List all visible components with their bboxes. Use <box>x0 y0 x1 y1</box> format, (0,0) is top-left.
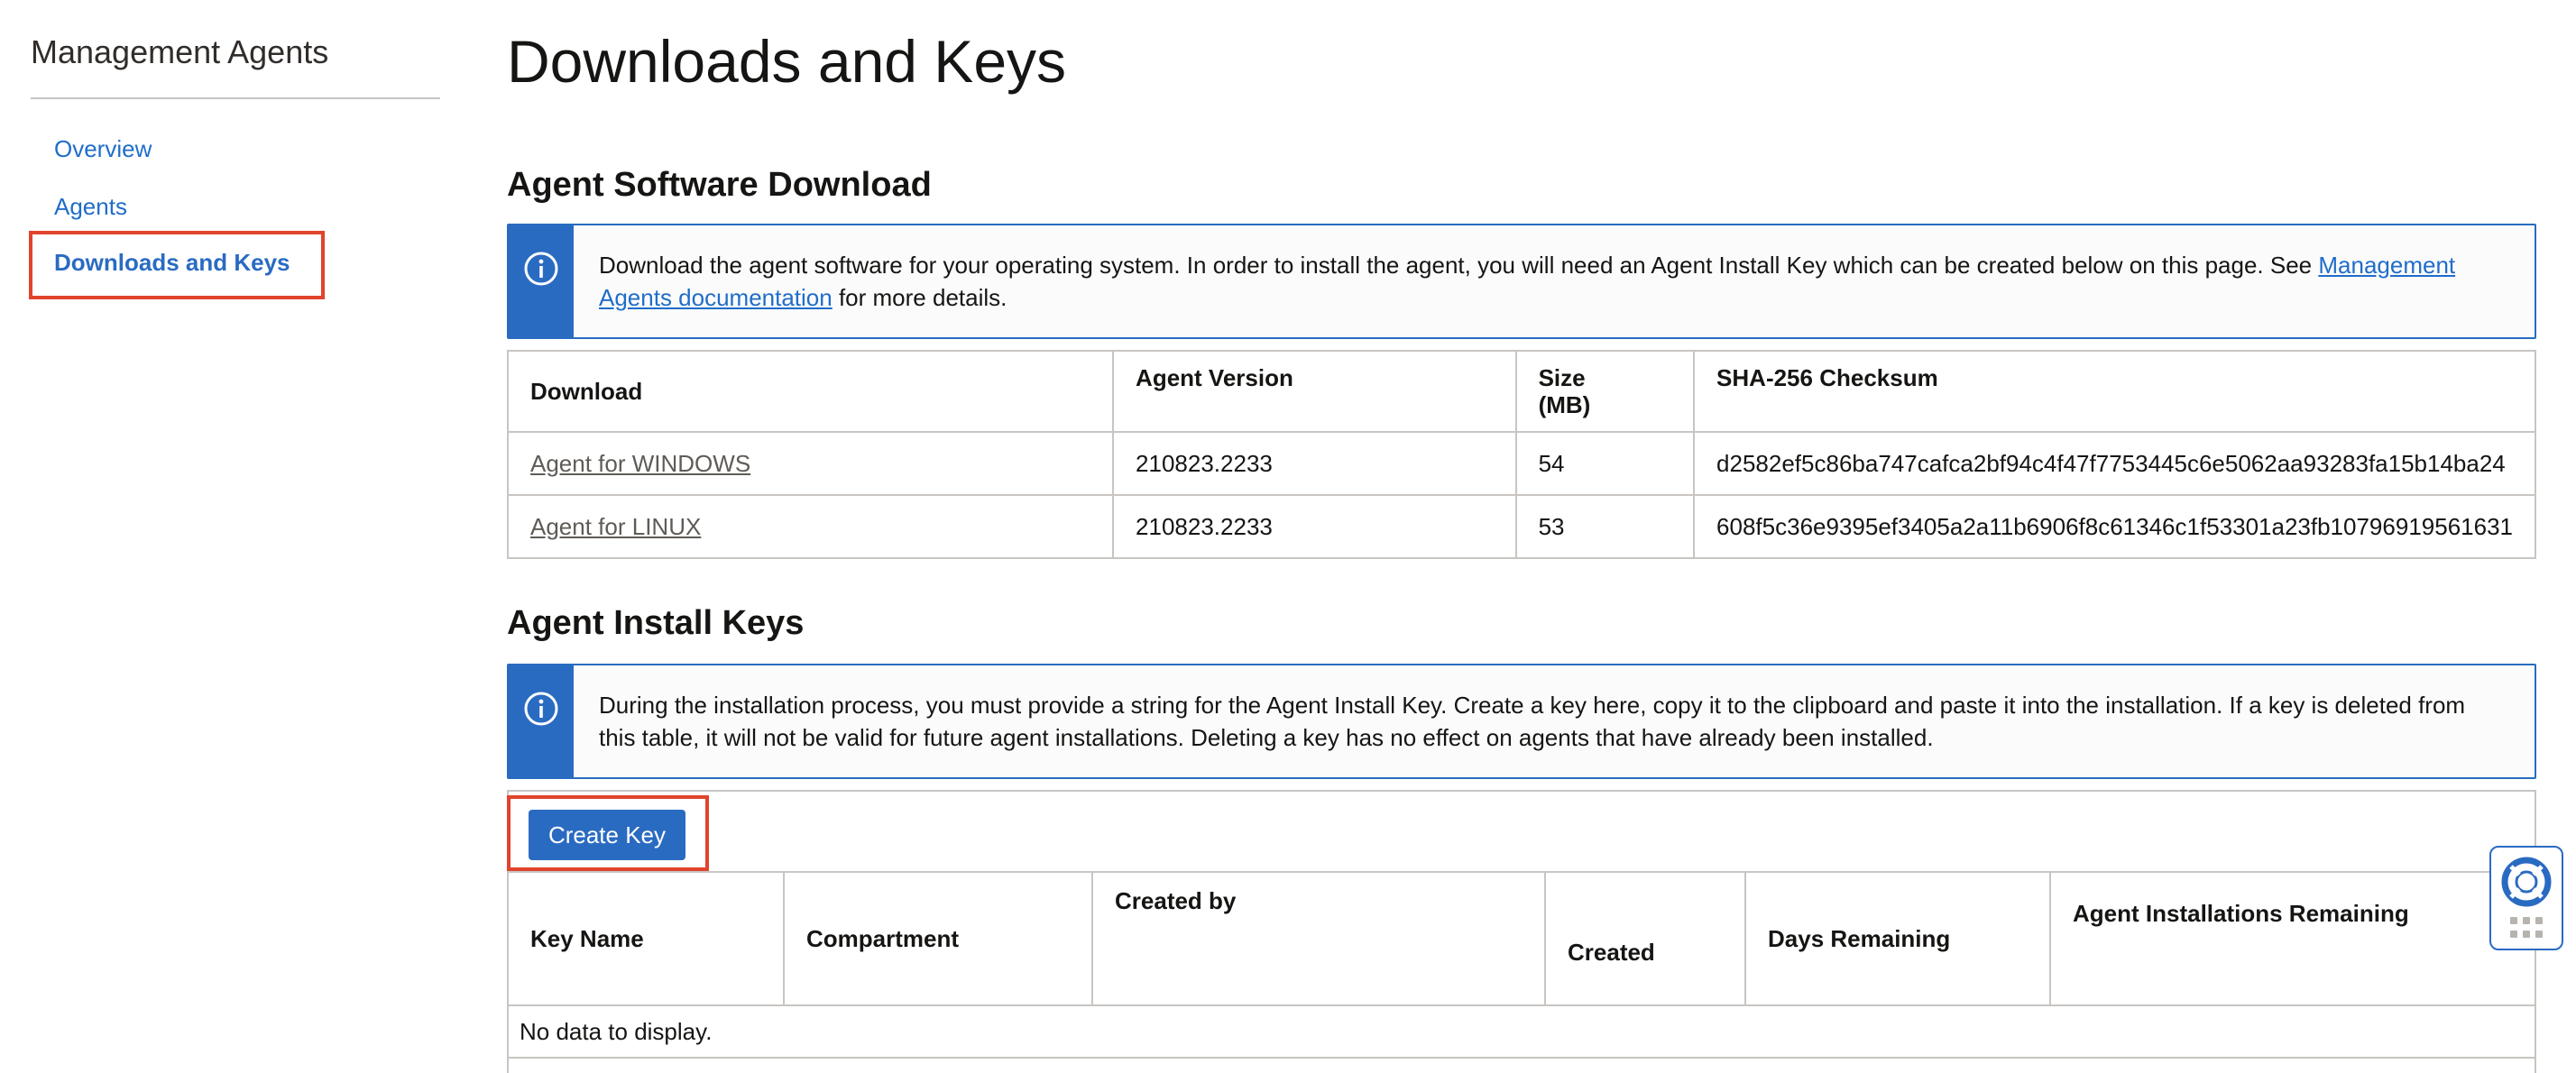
software-info-body: Download the agent software for your ope… <box>599 252 2319 279</box>
size-cell: 54 <box>1514 431 1696 496</box>
size-header-line2: (MB) <box>1538 391 1591 418</box>
size-cell: 53 <box>1514 494 1696 559</box>
sidebar: Management Agents <box>31 31 440 99</box>
sidebar-item-overview[interactable]: Overview <box>54 135 152 163</box>
sidebar-divider <box>31 97 440 99</box>
download-linux-link[interactable]: Agent for LINUX <box>530 513 701 540</box>
software-table: Download Agent Version Size (MB) SHA-256… <box>506 350 2536 559</box>
help-widget[interactable] <box>2489 846 2563 950</box>
empty-message: No data to display. <box>507 1004 2536 1059</box>
column-header-checksum: SHA-256 Checksum <box>1693 350 2536 433</box>
checksum-cell: d2582ef5c86ba747cafca2bf94c4f47f7753445c… <box>1693 431 2536 496</box>
download-cell: Agent for LINUX <box>506 494 1115 559</box>
software-info-suffix: for more details. <box>832 284 1007 311</box>
lifebuoy-icon <box>2501 857 2552 907</box>
empty-row: No data to display. <box>507 1004 2536 1059</box>
version-cell: 210823.2233 <box>1112 494 1517 559</box>
keys-table: Key Name Compartment Created by Created … <box>507 871 2536 1059</box>
download-cell: Agent for WINDOWS <box>506 431 1115 496</box>
keys-info-box: During the installation process, you mus… <box>507 664 2536 779</box>
column-header-download: Download <box>506 350 1115 433</box>
info-strip <box>509 665 574 777</box>
create-key-button[interactable]: Create Key <box>529 810 685 860</box>
info-icon <box>524 252 558 286</box>
software-info-text: Download the agent software for your ope… <box>599 249 2498 314</box>
keys-info-text: During the installation process, you mus… <box>599 692 2466 751</box>
info-icon <box>524 692 558 726</box>
sidebar-title: Management Agents <box>31 33 329 70</box>
column-header-days-remaining[interactable]: Days Remaining <box>1744 871 2051 1006</box>
keys-table-header-row: Key Name Compartment Created by Created … <box>507 871 2536 1006</box>
checksum-cell: 608f5c36e9395ef3405a2a11b6906f8c61346c1f… <box>1693 494 2536 559</box>
keys-section-title: Agent Install Keys <box>507 604 805 642</box>
info-strip <box>509 225 574 337</box>
column-header-size: Size (MB) <box>1514 350 1696 433</box>
column-header-agent-version: Agent Version <box>1112 350 1517 433</box>
sidebar-item-downloads-and-keys[interactable]: Downloads and Keys <box>54 249 290 277</box>
grid-dots-icon[interactable] <box>2507 914 2546 941</box>
software-table-header-row: Download Agent Version Size (MB) SHA-256… <box>506 350 2536 433</box>
column-header-installations-remaining[interactable]: Agent Installations Remaining <box>2049 871 2536 1006</box>
column-header-created[interactable]: Created <box>1544 871 1746 1006</box>
size-header-line1: Size <box>1538 364 1586 391</box>
column-header-created-by[interactable]: Created by <box>1091 871 1546 1006</box>
table-row: Agent for WINDOWS 210823.2233 54 d2582ef… <box>506 431 2536 496</box>
table-row: Agent for LINUX 210823.2233 53 608f5c36e… <box>506 494 2536 559</box>
software-info-box: Download the agent software for your ope… <box>507 224 2536 339</box>
page-title: Downloads and Keys <box>507 28 1067 95</box>
download-windows-link[interactable]: Agent for WINDOWS <box>530 450 750 477</box>
software-section-title: Agent Software Download <box>507 166 932 204</box>
column-header-compartment[interactable]: Compartment <box>783 871 1093 1006</box>
sidebar-item-agents[interactable]: Agents <box>54 193 127 221</box>
version-cell: 210823.2233 <box>1112 431 1517 496</box>
column-header-key-name[interactable]: Key Name <box>507 871 785 1006</box>
